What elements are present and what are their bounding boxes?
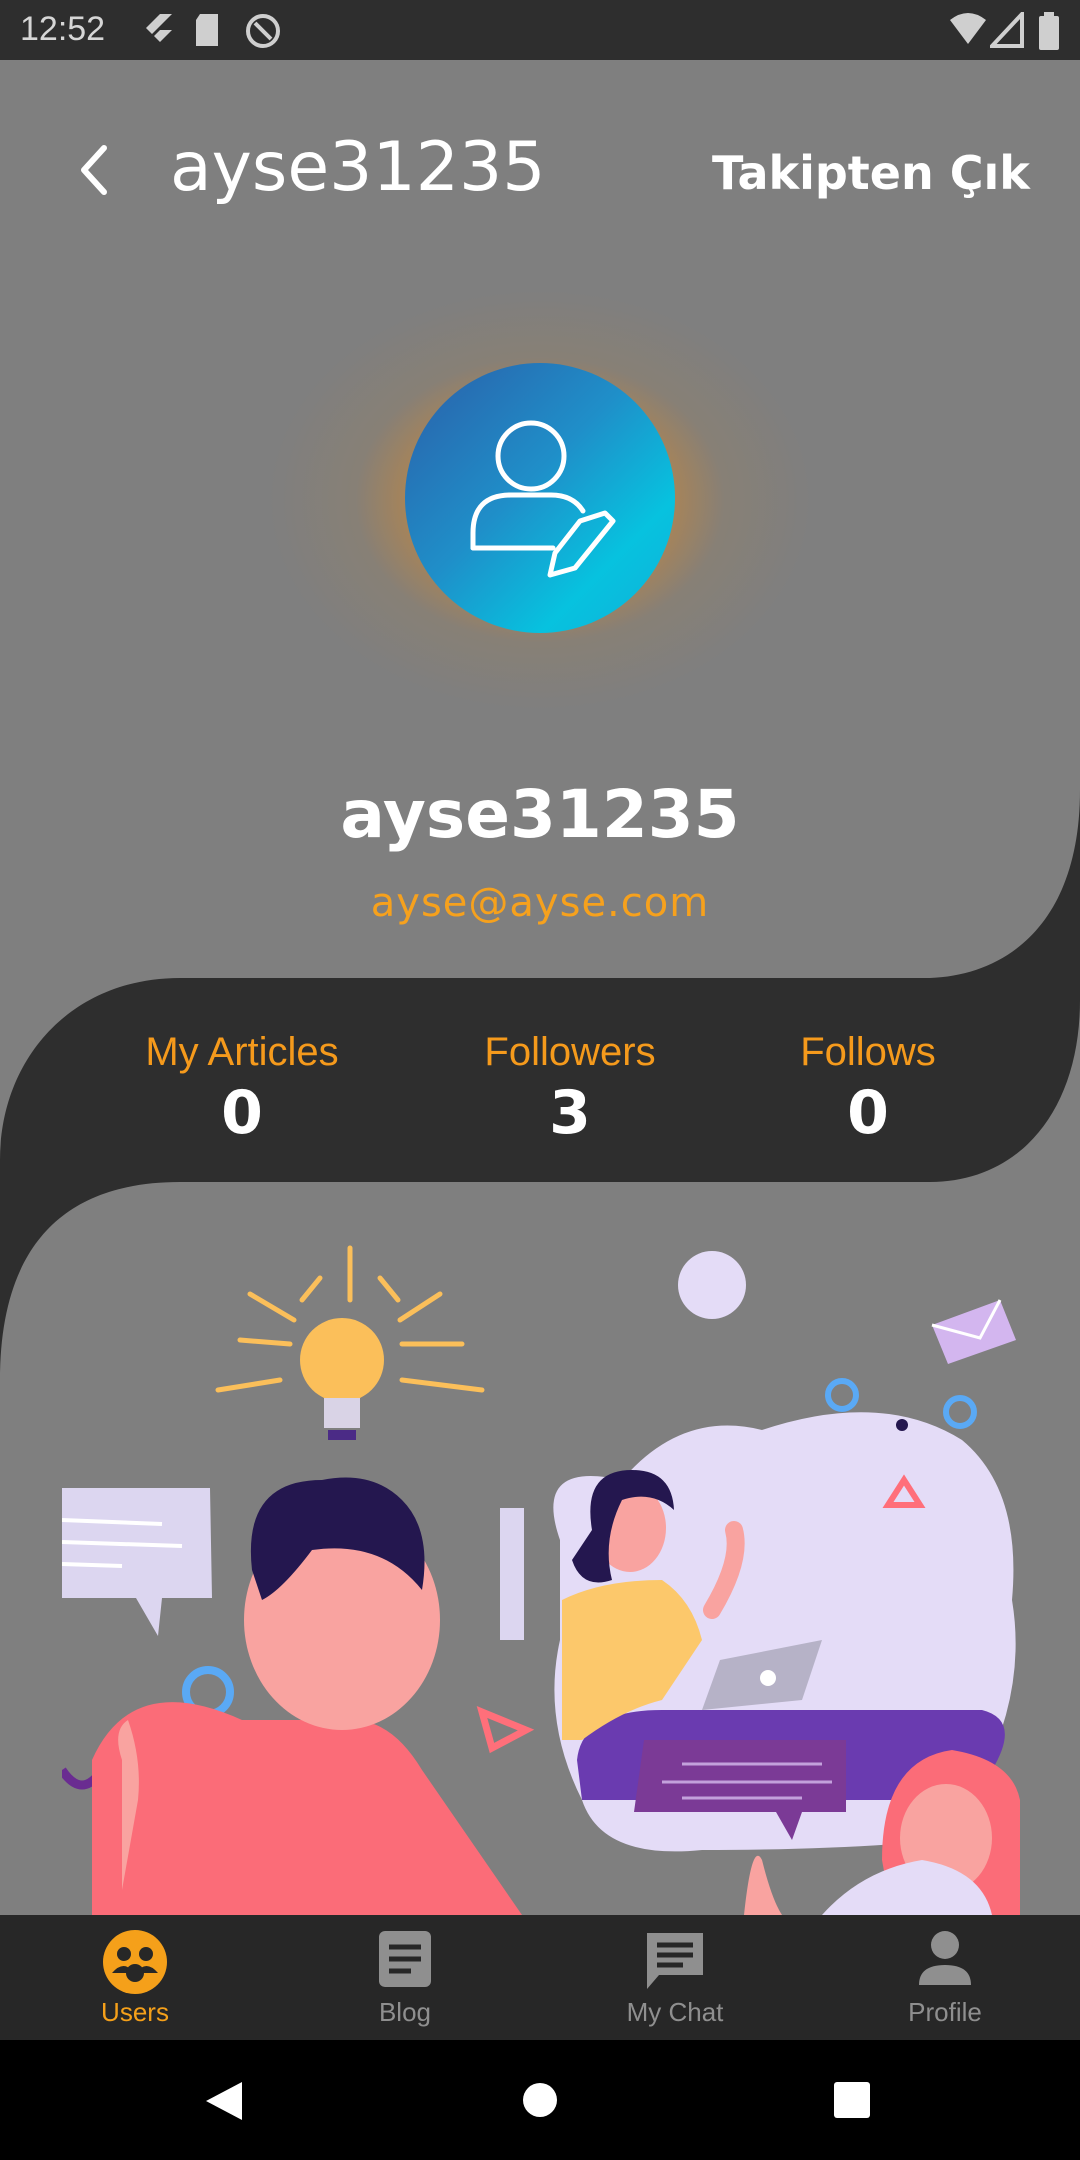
unfollow-button[interactable]: Takipten Çık [712, 146, 1030, 200]
user-edit-icon [470, 420, 616, 578]
profile-email: ayse@ayse.com [370, 880, 710, 926]
home-nav-icon[interactable] [522, 2082, 558, 2118]
bottom-navigation: Users Blog My Chat Profile [0, 1915, 1080, 2040]
chat-icon [647, 1933, 703, 1989]
back-arrow-icon[interactable] [70, 140, 120, 200]
at-sign-icon [246, 14, 280, 48]
users-icon [103, 1930, 167, 1994]
nav-my-chat[interactable]: My Chat [540, 1915, 810, 2040]
nav-users-label: Users [101, 1997, 169, 2027]
person-icon [919, 1931, 971, 1985]
nav-blog-label: Blog [378, 1997, 432, 2027]
flutter-icon [146, 14, 172, 42]
article-icon [379, 1931, 431, 1987]
stat-label-followers: Followers [484, 1030, 656, 1074]
back-nav-icon[interactable] [204, 2080, 244, 2122]
status-bar: 12:52 [0, 0, 1080, 60]
stat-label-follows: Follows [800, 1030, 936, 1074]
stat-value-follows: 0 [847, 1078, 889, 1148]
lightbulb-icon [215, 1245, 485, 1440]
avatar[interactable] [405, 363, 675, 633]
nav-profile-label: Profile [908, 1997, 982, 2027]
page-title: ayse31235 [170, 128, 546, 207]
nav-my-chat-label: My Chat [626, 1997, 724, 2027]
battery-icon [1039, 12, 1059, 50]
recents-nav-icon[interactable] [834, 2082, 870, 2118]
system-navigation-bar [0, 2040, 1080, 2160]
nav-profile[interactable]: Profile [810, 1915, 1080, 2040]
nav-users[interactable]: Users [0, 1915, 270, 2040]
stat-label-articles: My Articles [145, 1030, 339, 1074]
profile-name: ayse31235 [340, 776, 740, 853]
stat-value-articles: 0 [221, 1078, 263, 1148]
stat-value-followers: 3 [549, 1078, 591, 1148]
illustration-image [62, 1245, 1020, 1915]
signal-icon [990, 12, 1024, 48]
status-time: 12:52 [20, 10, 106, 48]
wifi-icon [950, 13, 986, 44]
nav-blog[interactable]: Blog [270, 1915, 540, 2040]
sd-card-icon [196, 14, 218, 46]
